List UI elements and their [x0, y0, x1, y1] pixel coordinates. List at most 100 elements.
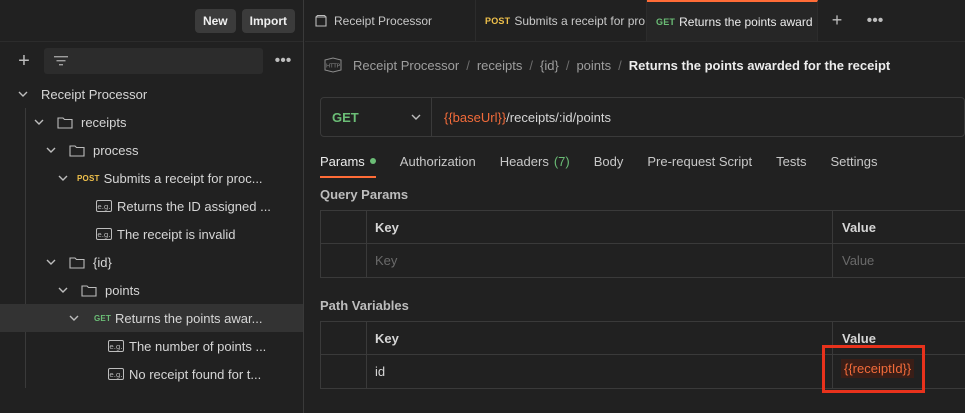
more-options-icon[interactable]: •••	[273, 53, 293, 69]
tree-item-request-get[interactable]: GET Returns the points awar...	[0, 304, 303, 332]
breadcrumb-separator: /	[565, 57, 570, 73]
tab-get-request[interactable]: GET Returns the points award	[647, 0, 818, 41]
collection-icon	[315, 14, 327, 27]
tab-label: Pre-request Script	[647, 153, 753, 169]
checkbox-column	[321, 211, 367, 243]
breadcrumb-separator: /	[529, 57, 533, 73]
tab-pre-request-script[interactable]: Pre-request Script	[647, 146, 752, 176]
tab-label: Params	[320, 153, 365, 169]
value-input[interactable]: Value	[833, 244, 965, 277]
method-value: GET	[332, 109, 359, 125]
query-params-table: Key Value Key Value	[320, 210, 965, 278]
sidebar: New Import + ••• Receipt Processor recei…	[0, 0, 304, 413]
tree-item-label: Submits a receipt for proc...	[103, 170, 263, 186]
tab-options-button[interactable]: •••	[856, 0, 894, 41]
checkbox-column	[321, 322, 367, 354]
table-row: Key Value	[321, 244, 965, 277]
tab-label: Submits a receipt for pro	[514, 13, 646, 28]
tab-label: Settings	[830, 153, 878, 169]
chevron-down-icon[interactable]	[45, 256, 57, 268]
key-cell: id	[367, 355, 833, 388]
add-icon[interactable]: +	[14, 51, 34, 71]
key-header: Key	[375, 330, 399, 346]
chevron-down-icon[interactable]	[57, 172, 69, 184]
tab-settings[interactable]: Settings	[830, 146, 877, 176]
breadcrumb-separator: /	[618, 57, 622, 73]
request-title[interactable]: Returns the points awarded for the recei…	[629, 58, 891, 73]
tree-item-label: The number of points ...	[129, 338, 267, 354]
import-button[interactable]: Import	[241, 8, 295, 33]
tree-item-example[interactable]: e.g. Returns the ID assigned ...	[0, 192, 303, 220]
folder-icon	[69, 144, 85, 157]
folder-icon	[57, 116, 73, 129]
new-button[interactable]: New	[194, 8, 236, 33]
example-icon: e.g.	[96, 200, 112, 212]
tab-headers[interactable]: Headers (7)	[500, 146, 570, 176]
request-tabs: Params Authorization Headers (7) Body Pre…	[320, 146, 901, 178]
tab-tests[interactable]: Tests	[776, 146, 806, 176]
key-input[interactable]: Key	[367, 244, 833, 277]
filter-input[interactable]	[44, 48, 263, 74]
tab-label: Headers	[499, 153, 549, 169]
tab-label: Body	[593, 153, 624, 169]
chevron-down-icon[interactable]	[33, 116, 45, 128]
new-tab-button[interactable]: +	[818, 0, 856, 41]
main-panel: Receipt Processor POST Submits a receipt…	[305, 0, 965, 413]
tab-body[interactable]: Body	[594, 146, 624, 176]
collection-tree: Receipt Processor receipts process POST …	[0, 80, 303, 388]
http-icon: HTTP	[324, 57, 342, 73]
url-input[interactable]: {{baseUrl}}/receipts/:id/points	[432, 110, 611, 125]
svg-text:e.g.: e.g.	[97, 203, 110, 211]
method-dropdown[interactable]: GET	[321, 98, 432, 136]
table-header-row: Key Value	[321, 211, 965, 244]
query-params-title: Query Params	[320, 187, 409, 202]
value-placeholder: Value	[842, 253, 875, 268]
folder-icon	[69, 256, 85, 269]
tree-item-label: process	[93, 142, 139, 158]
tree-item-label: The receipt is invalid	[117, 226, 236, 242]
key-header: Key	[375, 219, 399, 235]
tree-item-request-post[interactable]: POST Submits a receipt for proc...	[0, 164, 303, 192]
tab-post-request[interactable]: POST Submits a receipt for pro	[476, 0, 647, 41]
breadcrumb-item[interactable]: Receipt Processor	[353, 58, 459, 73]
chevron-down-icon[interactable]	[45, 144, 57, 156]
tree-item-folder-process[interactable]: process	[0, 136, 303, 164]
tab-receipt-processor[interactable]: Receipt Processor	[305, 0, 476, 41]
path-variables-title: Path Variables	[320, 298, 409, 313]
status-dot	[369, 158, 376, 164]
chevron-down-icon[interactable]	[17, 88, 29, 100]
breadcrumb: HTTP Receipt Processor / receipts / {id}…	[305, 42, 965, 88]
tab-params[interactable]: Params	[320, 146, 376, 178]
tree-item-example[interactable]: e.g. The number of points ...	[0, 332, 303, 360]
svg-text:e.g.: e.g.	[97, 231, 110, 239]
tree-item-folder-id[interactable]: {id}	[0, 248, 303, 276]
tree-item-label: {id}	[93, 254, 112, 270]
tab-label: Authorization	[399, 153, 476, 169]
tab-authorization[interactable]: Authorization	[400, 146, 476, 176]
tree-item-example[interactable]: e.g. The receipt is invalid	[0, 220, 303, 248]
row-checkbox[interactable]	[321, 244, 367, 277]
url-bar: GET {{baseUrl}}/receipts/:id/points	[320, 97, 965, 137]
chevron-down-icon[interactable]	[68, 312, 80, 324]
tree-item-example[interactable]: e.g. No receipt found for t...	[0, 360, 303, 388]
example-icon: e.g.	[108, 340, 124, 352]
filter-icon	[54, 56, 68, 66]
svg-text:e.g.: e.g.	[109, 371, 122, 379]
chevron-down-icon[interactable]	[57, 284, 69, 296]
svg-text:e.g.: e.g.	[109, 343, 122, 351]
breadcrumb-item[interactable]: {id}	[540, 58, 559, 73]
plus-icon: +	[831, 10, 843, 30]
tab-label: Returns the points award	[679, 14, 813, 29]
breadcrumb-item[interactable]: receipts	[477, 58, 523, 73]
more-options-icon: •••	[866, 11, 884, 29]
example-icon: e.g.	[108, 368, 124, 380]
tree-item-folder-receipts[interactable]: receipts	[0, 108, 303, 136]
path-variable-key: id	[375, 364, 386, 379]
breadcrumb-item[interactable]: points	[576, 58, 611, 73]
tree-item-folder-points[interactable]: points	[0, 276, 303, 304]
chevron-down-icon	[411, 114, 421, 120]
tree-item-label: Returns the points awar...	[115, 310, 263, 326]
tree-item-collection[interactable]: Receipt Processor	[0, 80, 303, 108]
highlight-box	[822, 345, 925, 393]
method-badge: GET	[94, 313, 112, 323]
